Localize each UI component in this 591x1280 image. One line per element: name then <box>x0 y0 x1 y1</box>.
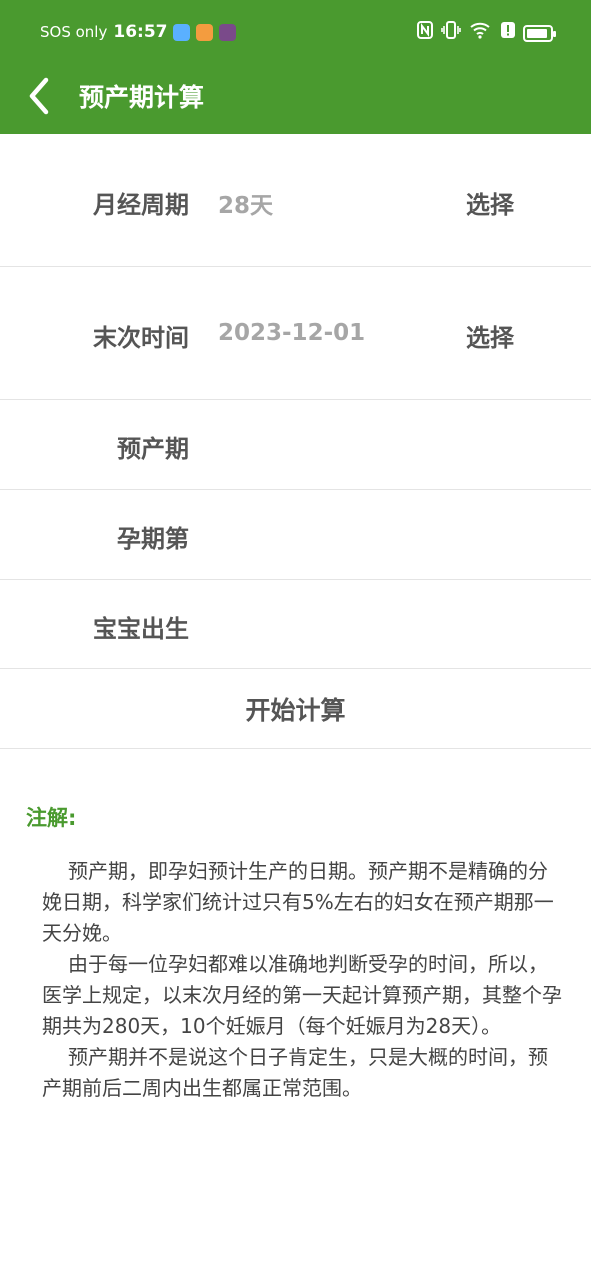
start-calculate-label: 开始计算 <box>245 695 346 725</box>
page-title: 预产期计算 <box>79 83 205 112</box>
last-period-select-button[interactable]: 选择 <box>466 318 514 353</box>
last-period-value: 2023-12-01 <box>218 320 366 346</box>
last-period-label: 末次时间 <box>93 324 189 352</box>
battery-icon <box>523 24 556 42</box>
app-notification-icon <box>219 23 237 41</box>
baby-birth-row: 宝宝出生 <box>0 580 591 669</box>
due-date-label: 预产期 <box>117 435 189 463</box>
last-period-row: 末次时间 2023-12-01 选择 <box>0 267 591 400</box>
baby-birth-label: 宝宝出生 <box>93 615 189 643</box>
notes-paragraph: 预产期并不是说这个日子肯定生，只是大概的时间，预产期前后二周内出生都属正常范围。 <box>42 1045 548 1100</box>
start-calculate-button[interactable]: 开始计算 <box>0 669 591 749</box>
cycle-label: 月经周期 <box>93 191 189 219</box>
status-right <box>417 21 556 45</box>
notes-paragraph: 预产期，即孕妇预计生产的日期。预产期不是精确的分娩日期，科学家们统计过只有5%左… <box>42 859 554 945</box>
status-bar: SOS only 16:57 <box>0 0 591 66</box>
wifi-icon <box>469 21 493 45</box>
notes-paragraph: 由于每一位孕妇都难以准确地判断受孕的时间，所以，医学上规定，以末次月经的第一天起… <box>42 952 562 1038</box>
app-notification-icon <box>196 23 214 41</box>
app-notification-icon <box>173 23 191 41</box>
carrier-text: SOS only <box>40 23 108 41</box>
cycle-row: 月经周期 28天 选择 <box>0 134 591 267</box>
back-button[interactable] <box>22 76 58 116</box>
notes-body: 预产期，即孕妇预计生产的日期。预产期不是精确的分娩日期，科学家们统计过只有5%左… <box>42 856 566 1104</box>
pregnancy-week-label: 孕期第 <box>117 525 189 553</box>
nfc-icon <box>417 21 433 45</box>
due-date-row: 预产期 <box>0 400 591 490</box>
alert-icon <box>501 21 515 45</box>
cycle-value: 28天 <box>218 193 274 219</box>
status-left: SOS only 16:57 <box>40 22 237 42</box>
cycle-select-button[interactable]: 选择 <box>466 185 514 220</box>
clock: 16:57 <box>113 22 168 42</box>
notes-title: 注解: <box>26 806 77 830</box>
pregnancy-week-row: 孕期第 <box>0 490 591 580</box>
app-bar: SOS only 16:57 预产期计算 <box>0 0 591 134</box>
vibrate-icon <box>441 21 461 45</box>
chevron-left-icon <box>29 77 49 115</box>
